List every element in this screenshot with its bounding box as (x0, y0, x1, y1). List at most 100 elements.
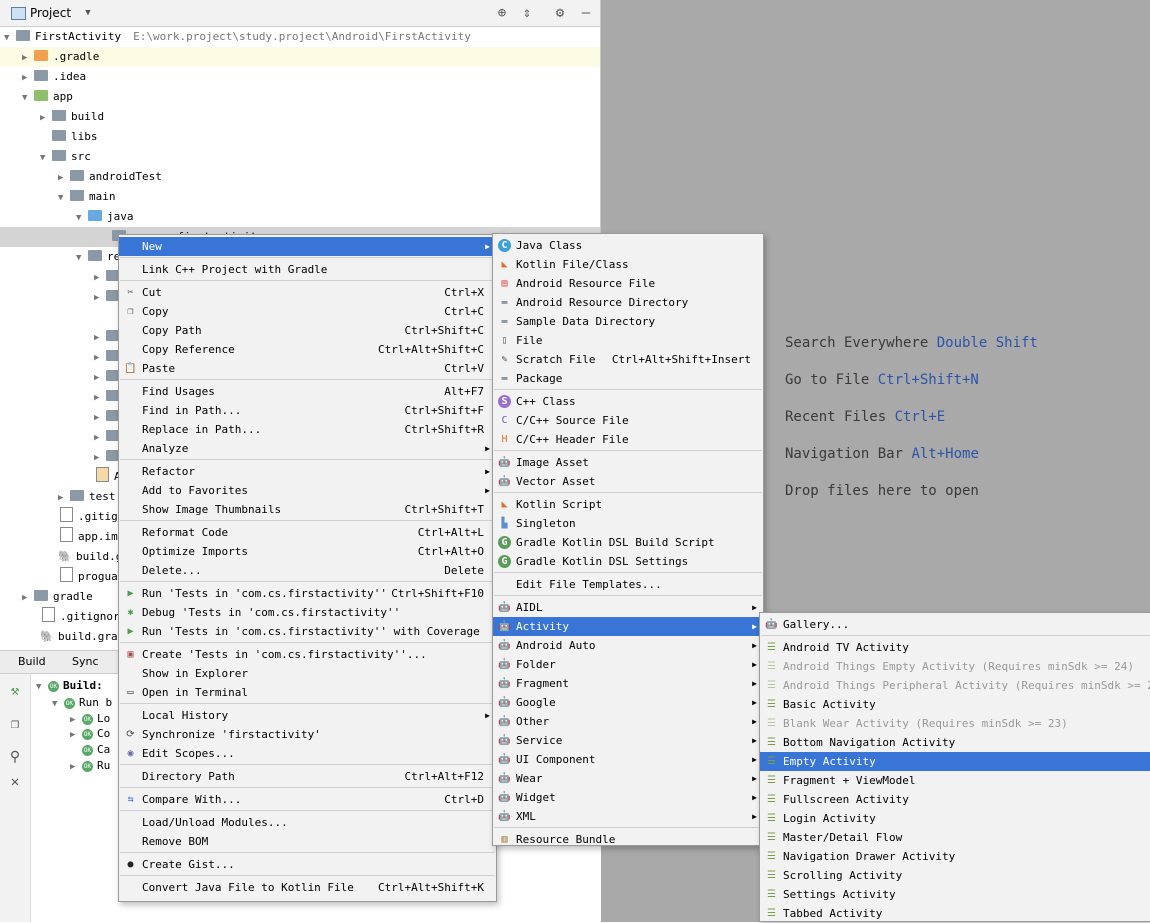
chevron-right-icon[interactable]: ▶ (94, 348, 106, 368)
build-step[interactable]: ▶ OK Ru (70, 756, 110, 776)
tree-item-build[interactable]: ▶ build (40, 107, 104, 127)
chevron-right-icon[interactable]: ▶ (70, 725, 82, 745)
tree-item-gitignore-root[interactable]: .gitignore (42, 607, 126, 627)
chevron-right-icon[interactable]: ▶ (94, 428, 106, 448)
ctx-item-optimize-imports[interactable]: Optimize Imports Ctrl+Alt+O (119, 542, 496, 561)
chevron-right-icon[interactable]: ▶ (22, 588, 34, 608)
tree-item-androidtest[interactable]: ▶ androidTest (58, 167, 162, 187)
ctx-item-show-in-explorer[interactable]: Show in Explorer (119, 664, 496, 683)
ctx-item-paste[interactable]: 📋 Paste Ctrl+V (119, 359, 496, 378)
toggle-view-icon[interactable]: ❐ (7, 716, 23, 732)
ctx-item-add-to-favorites[interactable]: Add to Favorites ▶ (119, 481, 496, 500)
new-item-kotlin-file-class[interactable]: ◣ Kotlin File/Class (493, 255, 763, 274)
tree-item-java[interactable]: ▼ java (76, 207, 134, 227)
activity-item-basic-activity[interactable]: ☰ Basic Activity (760, 695, 1150, 714)
tree-item-gitignore-app[interactable]: .gitign (60, 507, 124, 527)
ctx-item-remove-bom[interactable]: Remove BOM (119, 832, 496, 851)
tree-item-root[interactable]: ▼ FirstActivity E:\work.project\study.proj… (4, 27, 471, 47)
tree-item-gradle[interactable]: ▶ gradle (22, 587, 93, 607)
chevron-right-icon[interactable]: ▶ (94, 268, 106, 288)
chevron-down-icon[interactable]: ▼ (22, 88, 34, 108)
minimize-icon[interactable]: — (578, 5, 594, 21)
new-item-c-c-header-file[interactable]: H C/C++ Header File (493, 430, 763, 449)
ctx-item-reformat-code[interactable]: Reformat Code Ctrl+Alt+L (119, 523, 496, 542)
chevron-right-icon[interactable]: ▶ (22, 48, 34, 68)
activity-item-android-tv-activity[interactable]: ☰ Android TV Activity (760, 638, 1150, 657)
activity-item-empty-activity[interactable]: ☰ Empty Activity (760, 752, 1150, 771)
new-item-java-class[interactable]: C Java Class (493, 236, 763, 255)
ctx-item-copy[interactable]: ❐ Copy Ctrl+C (119, 302, 496, 321)
tree-item-build-gradle-app[interactable]: 🐘 build.g (58, 547, 122, 567)
chevron-down-icon[interactable]: ▼ (40, 148, 52, 168)
new-item-scratch-file[interactable]: ✎ Scratch File Ctrl+Alt+Shift+Insert (493, 350, 763, 369)
activity-item-settings-activity[interactable]: ☰ Settings Activity (760, 885, 1150, 904)
new-item-widget[interactable]: 🤖 Widget ▶ (493, 788, 763, 807)
ctx-item-find-in-path[interactable]: Find in Path... Ctrl+Shift+F (119, 401, 496, 420)
new-item-edit-file-templates[interactable]: Edit File Templates... (493, 575, 763, 594)
chevron-down-icon[interactable]: ▼ (76, 208, 88, 228)
chevron-right-icon[interactable]: ▶ (58, 488, 70, 508)
chevron-right-icon[interactable]: ▶ (94, 368, 106, 388)
chevron-right-icon[interactable]: ▶ (94, 408, 106, 428)
hammer-icon[interactable]: ⚒ (7, 683, 23, 699)
tree-item-manifest[interactable]: A (96, 467, 121, 487)
new-item-file[interactable]: ▯ File (493, 331, 763, 350)
collapse-all-icon[interactable]: ⇕ (519, 5, 535, 21)
new-item-gradle-kotlin-dsl-settings[interactable]: G Gradle Kotlin DSL Settings (493, 552, 763, 571)
ctx-item-show-image-thumbnails[interactable]: Show Image Thumbnails Ctrl+Shift+T (119, 500, 496, 519)
ctx-item-copy-path[interactable]: Copy Path Ctrl+Shift+C (119, 321, 496, 340)
ctx-item-create-gist[interactable]: ● Create Gist... (119, 855, 496, 874)
chevron-down-icon[interactable]: ▼ (80, 5, 96, 21)
new-item-vector-asset[interactable]: 🤖 Vector Asset (493, 472, 763, 491)
tree-item-app-iml[interactable]: app.iml (60, 527, 124, 547)
ctx-item-replace-in-path[interactable]: Replace in Path... Ctrl+Shift+R (119, 420, 496, 439)
ctx-item-run-tests-in-com-cs-firstactivity[interactable]: ▶ Run 'Tests in 'com.cs.firstactivity'' Ct… (119, 584, 496, 603)
chevron-right-icon[interactable]: ▶ (58, 168, 70, 188)
ctx-item-delete[interactable]: Delete... Delete (119, 561, 496, 580)
new-item-activity[interactable]: 🤖 Activity ▶ (493, 617, 763, 636)
pin-icon[interactable]: ⚲ (7, 749, 23, 765)
ctx-item-open-in-terminal[interactable]: ▭ Open in Terminal (119, 683, 496, 702)
new-item-package[interactable]: ▬ Package (493, 369, 763, 388)
new-item-other[interactable]: 🤖 Other ▶ (493, 712, 763, 731)
project-view-selector[interactable]: Project (30, 6, 71, 20)
ctx-item-run-tests-in-com-cs-firstactivity-with-coverage[interactable]: ▶ Run 'Tests in 'com.cs.firstactivity'' w… (119, 622, 496, 641)
tab-build[interactable]: Build (18, 655, 46, 668)
ctx-item-find-usages[interactable]: Find Usages Alt+F7 (119, 382, 496, 401)
new-item-c-class[interactable]: S C++ Class (493, 392, 763, 411)
new-item-service[interactable]: 🤖 Service ▶ (493, 731, 763, 750)
new-item-wear[interactable]: 🤖 Wear ▶ (493, 769, 763, 788)
ctx-item-debug-tests-in-com-cs-firstactivity[interactable]: ✱ Debug 'Tests in 'com.cs.firstactivity'' (119, 603, 496, 622)
new-item-xml[interactable]: 🤖 XML ▶ (493, 807, 763, 826)
ctx-item-load-unload-modules[interactable]: Load/Unload Modules... (119, 813, 496, 832)
ctx-item-refactor[interactable]: Refactor ▶ (119, 462, 496, 481)
new-item-aidl[interactable]: 🤖 AIDL ▶ (493, 598, 763, 617)
tree-item-main[interactable]: ▼ main (58, 187, 116, 207)
ctx-item-new[interactable]: New ▶ (119, 237, 496, 256)
chevron-down-icon[interactable]: ▼ (4, 28, 16, 48)
target-icon[interactable]: ⊕ (494, 5, 510, 21)
activity-item-login-activity[interactable]: ☰ Login Activity (760, 809, 1150, 828)
new-item-kotlin-script[interactable]: ◣ Kotlin Script (493, 495, 763, 514)
new-item-android-resource-directory[interactable]: ▬ Android Resource Directory (493, 293, 763, 312)
new-item-fragment[interactable]: 🤖 Fragment ▶ (493, 674, 763, 693)
activity-item-fragment-viewmodel[interactable]: ☰ Fragment + ViewModel (760, 771, 1150, 790)
activity-item-gallery[interactable]: 🤖 Gallery... (760, 615, 1150, 634)
chevron-down-icon[interactable]: ▼ (36, 677, 48, 697)
activity-item-fullscreen-activity[interactable]: ☰ Fullscreen Activity (760, 790, 1150, 809)
activity-item-bottom-navigation-activity[interactable]: ☰ Bottom Navigation Activity (760, 733, 1150, 752)
ctx-item-link-c-project-with-gradle[interactable]: Link C++ Project with Gradle (119, 260, 496, 279)
chevron-right-icon[interactable]: ▶ (94, 328, 106, 348)
chevron-right-icon[interactable]: ▶ (94, 388, 106, 408)
chevron-right-icon[interactable]: ▶ (70, 757, 82, 777)
new-item-sample-data-directory[interactable]: ▬ Sample Data Directory (493, 312, 763, 331)
new-item-ui-component[interactable]: 🤖 UI Component ▶ (493, 750, 763, 769)
ctx-item-directory-path[interactable]: Directory Path Ctrl+Alt+F12 (119, 767, 496, 786)
chevron-right-icon[interactable]: ▶ (40, 108, 52, 128)
new-item-android-resource-file[interactable]: ▤ Android Resource File (493, 274, 763, 293)
tree-item-src[interactable]: ▼ src (40, 147, 91, 167)
activity-item-tabbed-activity[interactable]: ☰ Tabbed Activity (760, 904, 1150, 923)
ctx-item-create-tests-in-com-cs-firstactivity[interactable]: ▣ Create 'Tests in 'com.cs.firstactivity'… (119, 645, 496, 664)
tree-item-gradle-folder[interactable]: ▶ .gradle (0, 47, 600, 67)
chevron-down-icon[interactable]: ▼ (52, 694, 64, 714)
